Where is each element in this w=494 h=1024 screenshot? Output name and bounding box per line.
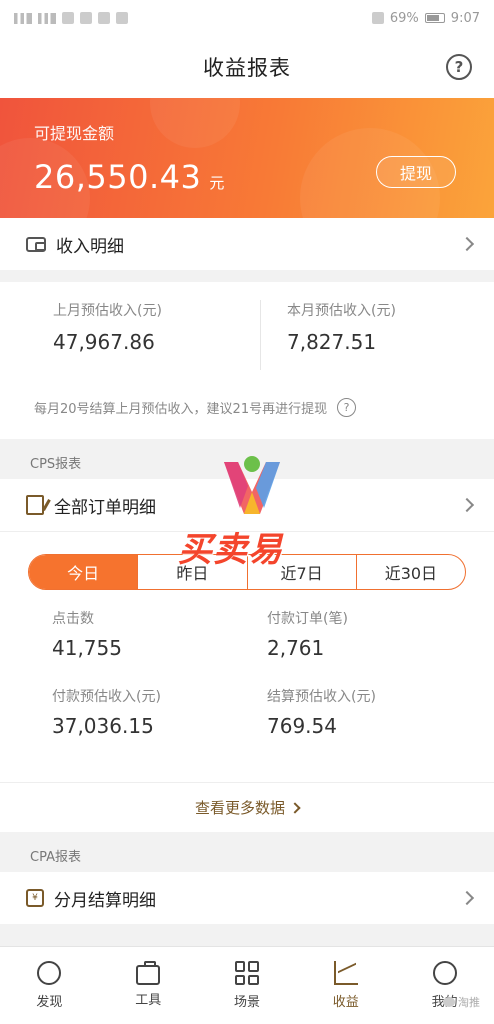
battery-percent: 69%	[389, 10, 419, 26]
withdraw-button[interactable]: 提现	[376, 156, 456, 188]
stat-value: 2,761	[267, 636, 325, 660]
stats-grid: 点击数 41,755 付款订单(笔) 2,761 付款预估收入(元) 37,03…	[28, 590, 466, 782]
signal-icon-2	[38, 12, 56, 24]
view-more-data-link[interactable]: 查看更多数据	[0, 782, 494, 832]
stat-label: 付款预估收入(元)	[52, 689, 161, 705]
page-title: 收益报表	[203, 56, 291, 80]
stat-paid-income: 付款预估收入(元) 37,036.15	[52, 686, 259, 764]
monthly-income-panel: 上月预估收入(元) 47,967.86 本月预估收入(元) 7,827.51 每…	[0, 282, 494, 439]
yuan-calendar-icon: ¥	[26, 889, 44, 907]
this-month-value: 7,827.51	[287, 330, 377, 354]
last-month-value: 47,967.86	[53, 330, 155, 354]
wechat-watermark-text: 淘推	[458, 996, 480, 1009]
balance-unit: 元	[209, 174, 225, 192]
settlement-note: 每月20号结算上月预估收入，建议21号再进行提现 ?	[0, 370, 494, 439]
help-button[interactable]: ?	[446, 54, 472, 80]
stat-value: 769.54	[267, 714, 337, 738]
chevron-right-icon	[289, 801, 301, 814]
status-bar: 69% 9:07	[0, 0, 494, 36]
tab-today[interactable]: 今日	[29, 555, 138, 589]
this-month-label: 本月预估收入(元)	[287, 303, 396, 319]
last-month-label: 上月预估收入(元)	[53, 303, 162, 319]
scene-grid-icon	[234, 961, 259, 985]
status-left-icons	[14, 12, 128, 24]
all-orders-left: 全部订单明细	[26, 493, 156, 518]
balance-card: 可提现金额 26,550.43 元 提现	[0, 98, 494, 218]
earnings-chart-icon	[333, 961, 358, 985]
toolbox-icon	[136, 961, 161, 985]
this-month-income: 本月预估收入(元) 7,827.51	[260, 300, 494, 370]
chevron-right-icon	[459, 890, 475, 906]
settlement-note-text: 每月20号结算上月预估收入，建议21号再进行提现	[34, 402, 328, 417]
stat-clicks: 点击数 41,755	[52, 608, 259, 686]
app-icon-2	[98, 12, 110, 24]
alarm-icon	[371, 12, 384, 24]
stat-settled-income: 结算预估收入(元) 769.54	[259, 686, 466, 764]
tab-discover[interactable]: 发现	[0, 947, 99, 1024]
all-orders-label: 全部订单明细	[54, 497, 156, 518]
bottom-tab-bar: 发现 工具 场景 收益 我的	[0, 946, 494, 1024]
view-more-label: 查看更多数据	[194, 799, 285, 817]
discover-icon	[37, 961, 62, 985]
stat-value: 37,036.15	[52, 714, 154, 738]
stat-paid-orders: 付款订单(笔) 2,761	[259, 608, 466, 686]
status-right-icons: 69% 9:07	[371, 10, 480, 26]
chevron-right-icon	[459, 236, 475, 252]
monthly-columns: 上月预估收入(元) 47,967.86 本月预估收入(元) 7,827.51	[0, 300, 494, 370]
order-edit-icon	[26, 495, 44, 515]
stat-label: 结算预估收入(元)	[267, 689, 376, 705]
tab-earnings[interactable]: 收益	[296, 947, 395, 1024]
section-gap	[0, 270, 494, 282]
tab-me[interactable]: 我的	[395, 947, 494, 1024]
app-icon-3	[116, 12, 128, 24]
watermark-text: 买卖易	[178, 530, 283, 570]
stat-value: 41,755	[52, 636, 122, 660]
nav-bar: 收益报表 ?	[0, 36, 494, 98]
watermark-logo	[224, 456, 280, 514]
monthly-settlement-left: ¥ 分月结算明细	[26, 886, 156, 911]
last-month-income: 上月预估收入(元) 47,967.86	[0, 300, 260, 370]
clock: 9:07	[450, 10, 480, 26]
signal-icon	[14, 12, 32, 24]
stat-label: 付款订单(笔)	[267, 611, 348, 627]
tab-tools[interactable]: 工具	[99, 947, 198, 1024]
tab-label: 收益	[332, 995, 359, 1010]
income-detail-left: 收入明细	[26, 232, 124, 257]
tab-scene[interactable]: 场景	[198, 947, 297, 1024]
monthly-settlement-label: 分月结算明细	[54, 890, 156, 911]
stat-label: 点击数	[52, 611, 94, 627]
question-icon[interactable]: ?	[337, 398, 357, 417]
wechat-icon	[443, 997, 455, 1007]
tab-label: 发现	[36, 995, 63, 1010]
wallet-icon	[26, 236, 46, 252]
battery-icon	[424, 13, 445, 23]
tab-last-30-days[interactable]: 近30日	[355, 555, 465, 589]
income-detail-label: 收入明细	[56, 236, 124, 257]
tab-label: 场景	[233, 995, 260, 1010]
tab-label: 工具	[135, 993, 162, 1008]
chevron-right-icon	[459, 497, 475, 513]
balance-label: 可提现金额	[34, 124, 115, 143]
app-icon	[80, 12, 92, 24]
profile-icon	[432, 961, 457, 985]
income-detail-row[interactable]: 收入明细	[0, 218, 494, 270]
notification-icon	[62, 12, 74, 24]
cpa-section-header: CPA报表	[0, 832, 494, 872]
bubble-decoration	[0, 138, 90, 218]
wechat-watermark: 淘推	[443, 994, 480, 1010]
monthly-settlement-row[interactable]: ¥ 分月结算明细	[0, 872, 494, 924]
